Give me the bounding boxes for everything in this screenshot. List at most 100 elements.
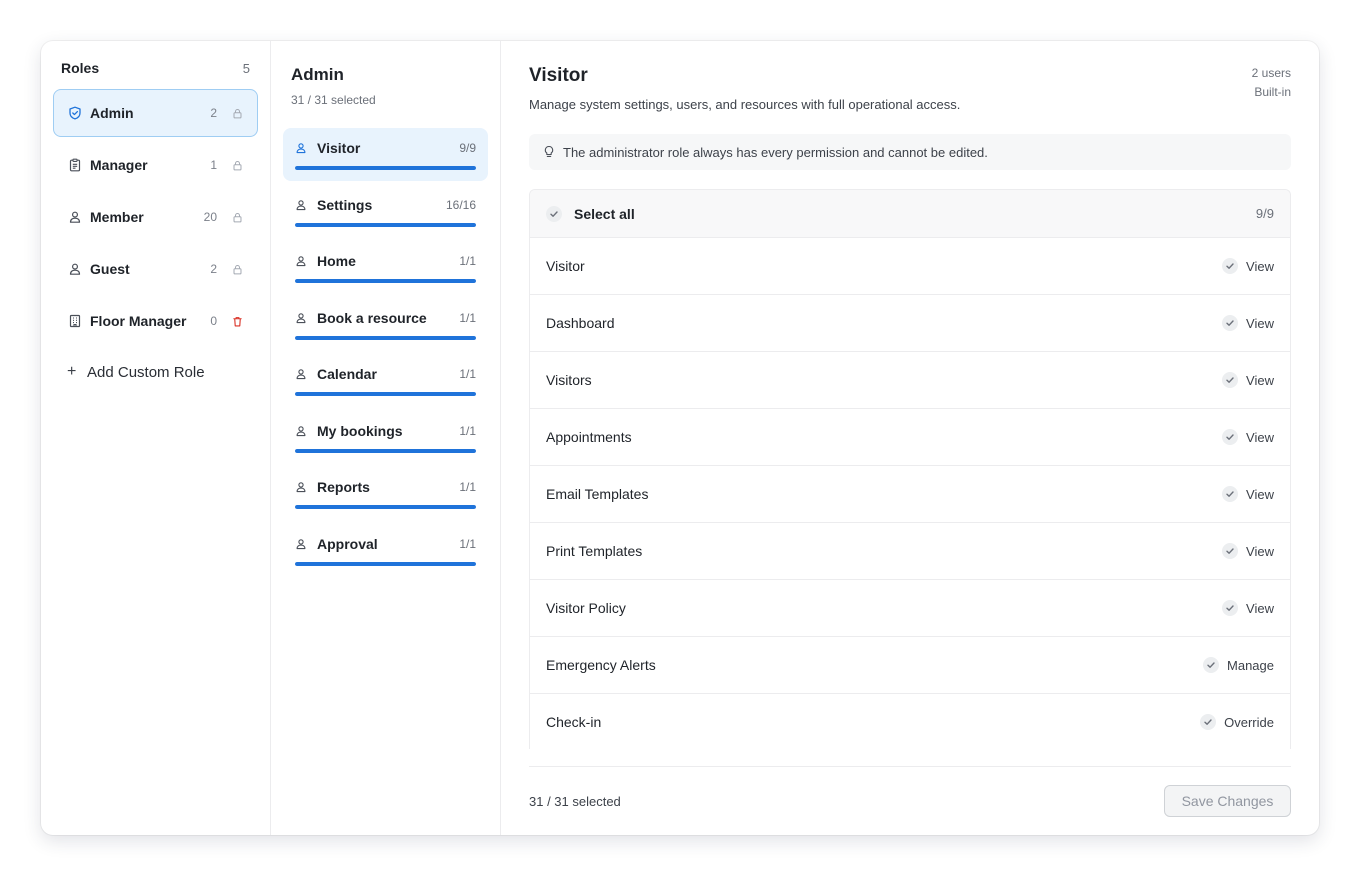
- permission-name: Visitor: [546, 258, 585, 274]
- module-progress-bar: [295, 561, 476, 566]
- clipboard-icon: [68, 158, 82, 172]
- role-name: Admin: [90, 105, 134, 121]
- module-count: 1/1: [459, 480, 476, 494]
- permission-name: Print Templates: [546, 543, 643, 559]
- check-icon[interactable]: [1222, 315, 1239, 331]
- role-user-count: 0: [210, 314, 217, 328]
- module-row: Book a resource 1/1: [295, 310, 476, 326]
- permission-action: View: [1246, 429, 1274, 445]
- detail-header: Visitor Manage system settings, users, a…: [529, 65, 1291, 112]
- footer-selected-count: 31 / 31 selected: [529, 793, 621, 809]
- check-icon[interactable]: [1222, 429, 1239, 445]
- role-user-count: 2: [210, 262, 217, 276]
- select-all-row[interactable]: Select all 9/9: [530, 190, 1290, 238]
- permission-list: Visitor View Dashboard View Visitors View Appo…: [530, 238, 1290, 749]
- permission-toggle[interactable]: View: [1222, 315, 1274, 331]
- check-icon[interactable]: [1222, 372, 1239, 388]
- permission-toggle[interactable]: View: [1222, 372, 1274, 388]
- module-progress-fill: [295, 279, 476, 283]
- module-row: Home 1/1: [295, 253, 476, 269]
- trash-icon[interactable]: [231, 315, 243, 327]
- permission-toggle[interactable]: View: [1222, 258, 1274, 274]
- selected-role-title: Admin: [291, 65, 344, 84]
- module-row: Settings 16/16: [295, 197, 476, 213]
- check-icon[interactable]: [1222, 486, 1239, 502]
- module-progress-bar: [295, 505, 476, 509]
- add-custom-role-button[interactable]: + Add Custom Role: [53, 357, 258, 387]
- check-icon[interactable]: [1203, 657, 1220, 673]
- module-item[interactable]: Approval 1/1: [283, 524, 488, 577]
- permission-row: Visitors View: [530, 352, 1290, 409]
- check-icon[interactable]: [1222, 600, 1239, 616]
- roles-header: Roles 5: [53, 60, 258, 76]
- check-icon[interactable]: [1200, 714, 1217, 730]
- module-progress-bar: [295, 392, 476, 396]
- permission-row: Emergency Alerts Manage: [530, 637, 1290, 694]
- roles-title: Roles: [61, 60, 100, 76]
- module-name: Visitor: [317, 140, 361, 156]
- module-progress-fill: [295, 392, 476, 396]
- building-icon: [68, 314, 82, 328]
- permission-action: View: [1246, 600, 1274, 616]
- permission-action: View: [1246, 372, 1274, 388]
- module-item[interactable]: Home 1/1: [283, 241, 488, 294]
- permission-toggle[interactable]: Manage: [1203, 657, 1274, 673]
- selected-count: 31 / 31 selected: [291, 93, 376, 107]
- role-item-admin[interactable]: Admin 2: [53, 89, 258, 137]
- select-all-label: Select all: [574, 205, 635, 222]
- module-name: Calendar: [317, 366, 377, 382]
- module-name: Home: [317, 253, 356, 269]
- permission-toggle[interactable]: View: [1222, 543, 1274, 559]
- role-item-member[interactable]: Member 20: [53, 193, 258, 241]
- module-count: 16/16: [445, 197, 476, 212]
- module-name: Book a resource: [317, 309, 427, 326]
- module-item[interactable]: Visitor 9/9: [283, 128, 488, 181]
- user-icon: [295, 425, 307, 437]
- role-item-guest[interactable]: Guest 2: [53, 245, 258, 293]
- permission-name: Visitor Policy: [546, 600, 626, 616]
- permission-name: Emergency Alerts: [546, 657, 656, 673]
- notice-text: The administrator role always has every …: [563, 144, 988, 160]
- permissions-table: Select all 9/9 Visitor View Dashboard View V…: [529, 189, 1291, 749]
- permission-toggle[interactable]: View: [1222, 600, 1274, 616]
- user-icon: [295, 142, 307, 154]
- module-list: Visitor 9/9 Settings 16/16 Home 1/1 Book a res…: [283, 128, 488, 577]
- permission-row: Check-in Override: [530, 694, 1290, 749]
- module-item[interactable]: Book a resource 1/1: [283, 298, 488, 351]
- role-item-floor-manager[interactable]: Floor Manager 0: [53, 297, 258, 345]
- role-name: Member: [90, 209, 144, 225]
- permission-row: Dashboard View: [530, 295, 1290, 352]
- module-count: 1/1: [459, 310, 476, 325]
- role-user-count: 1: [210, 158, 217, 172]
- permission-name: Check-in: [546, 714, 602, 730]
- check-icon[interactable]: [1222, 543, 1239, 559]
- roles-count: 5: [242, 60, 250, 76]
- save-changes-button[interactable]: Save Changes: [1164, 785, 1291, 817]
- module-progress-bar: [295, 448, 476, 453]
- role-permissions-panel: Roles 5 Admin 2 Manager 1 Member 20 Gues…: [41, 41, 1319, 835]
- lock-icon: [231, 159, 243, 171]
- module-count: 9/9: [459, 141, 476, 155]
- permission-toggle[interactable]: Override: [1200, 714, 1274, 730]
- module-item[interactable]: Calendar 1/1: [283, 354, 488, 407]
- permission-action: View: [1246, 543, 1274, 559]
- permission-toggle[interactable]: View: [1222, 486, 1274, 502]
- permission-row: Visitor View: [530, 238, 1290, 295]
- role-item-manager[interactable]: Manager 1: [53, 141, 258, 189]
- role-name: Guest: [90, 261, 130, 277]
- check-icon[interactable]: [1222, 258, 1239, 274]
- permission-action: Override: [1224, 714, 1274, 730]
- module-item[interactable]: Reports 1/1: [283, 467, 488, 520]
- module-progress-bar: [295, 222, 476, 227]
- user-icon: [295, 255, 307, 267]
- detail-meta: 2 users Built-in: [1252, 64, 1291, 112]
- module-item[interactable]: Settings 16/16: [283, 185, 488, 238]
- check-icon[interactable]: [546, 205, 562, 222]
- role-user-count: 20: [203, 210, 217, 224]
- lock-icon: [231, 211, 243, 223]
- module-item[interactable]: My bookings 1/1: [283, 411, 488, 464]
- user-icon: [295, 368, 307, 380]
- permission-toggle[interactable]: View: [1222, 429, 1274, 445]
- permission-row: Email Templates View: [530, 466, 1290, 523]
- module-name: Reports: [317, 479, 370, 495]
